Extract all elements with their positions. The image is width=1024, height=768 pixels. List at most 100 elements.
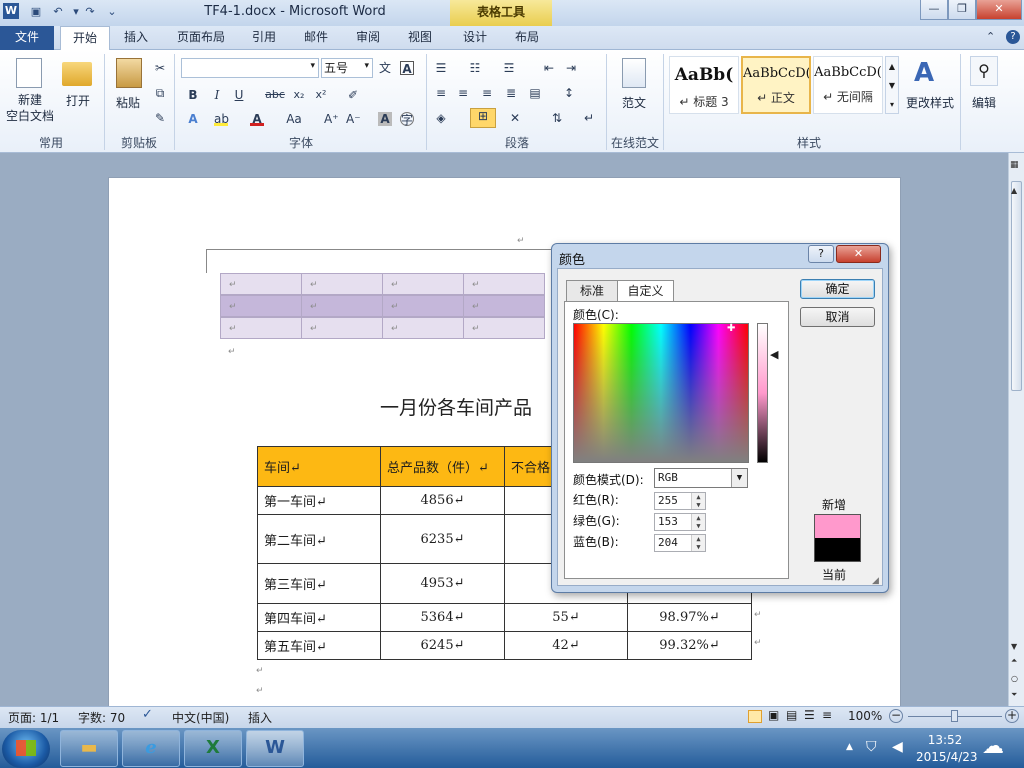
increase-indent-icon[interactable]: ⇥ [564, 61, 578, 75]
character-shading-icon[interactable]: A [378, 112, 392, 126]
redo-icon[interactable]: ↷ [82, 4, 98, 20]
spinner-arrows-icon[interactable]: ▲ ▼ [691, 493, 705, 509]
draft-icon[interactable]: ≡ [822, 708, 832, 722]
weather-icon[interactable]: ☁ [982, 734, 1004, 759]
customize-qat-icon[interactable]: ⌄ [104, 4, 120, 20]
font-size-combo[interactable]: 五号 ▾ [321, 58, 373, 78]
save-icon[interactable]: ▣ [28, 4, 44, 20]
zoom-in-icon[interactable]: + [1005, 709, 1019, 723]
minimize-button[interactable]: — [920, 0, 948, 20]
scroll-up-icon[interactable]: ▲ [1011, 186, 1017, 195]
subscript-icon[interactable]: x₂ [292, 88, 306, 102]
align-left-icon[interactable]: ≡ [434, 86, 448, 100]
dialog-help-button[interactable]: ? [808, 245, 834, 263]
tab-custom[interactable]: 自定义 [617, 280, 674, 303]
underline-icon[interactable]: U [232, 88, 246, 102]
sort-icon[interactable]: ⇅ [550, 111, 564, 125]
bullets-icon[interactable]: ☰ [434, 61, 448, 75]
superscript-icon[interactable]: x² [314, 88, 328, 102]
multilevel-list-icon[interactable]: ☲ [502, 61, 516, 75]
word-count[interactable]: 字数: 70 [78, 709, 125, 726]
open-button[interactable]: 打开 [60, 92, 96, 109]
shrink-font-icon[interactable]: A⁻ [346, 112, 361, 126]
full-screen-reading-icon[interactable]: ▣ [768, 708, 779, 722]
editing-button[interactable]: 编辑 [966, 94, 1002, 111]
tab-references[interactable]: 引用 [246, 26, 282, 50]
volume-icon[interactable]: ◀ [892, 739, 903, 755]
luminance-pointer-icon[interactable]: ◀ [770, 348, 778, 361]
phonetic-guide-icon[interactable]: 文 [378, 61, 392, 75]
browse-object-icon[interactable]: ○ [1011, 674, 1018, 683]
tab-file[interactable]: 文件 [0, 26, 54, 50]
cut-icon[interactable]: ✂ [153, 61, 167, 75]
style-no-spacing[interactable]: AaBbCcD( ↵ 无间隔 [813, 56, 883, 114]
ie-taskbar-button[interactable]: e [122, 730, 180, 767]
enclose-characters-icon[interactable]: 字 [400, 112, 414, 127]
align-right-icon[interactable]: ≡ [480, 86, 494, 100]
clock[interactable]: 13:52 2015/4/23 [916, 732, 978, 766]
cancel-button[interactable]: 取消 [800, 307, 875, 327]
vertical-scrollbar[interactable] [1008, 153, 1024, 706]
strikethrough-icon[interactable]: abc [264, 88, 286, 102]
maximize-button[interactable]: ❐ [948, 0, 976, 20]
shading-icon[interactable]: ◈ [434, 111, 448, 125]
tab-mailings[interactable]: 邮件 [298, 26, 334, 50]
show-marks-icon[interactable]: ↵ [582, 111, 596, 125]
print-layout-icon[interactable] [748, 710, 762, 723]
undo-icon[interactable]: ↶ [50, 4, 66, 20]
numbering-icon[interactable]: ☷ [468, 61, 482, 75]
blue-input[interactable]: 204 ▲ ▼ [654, 534, 706, 552]
scroll-down-icon[interactable]: ▼ [1011, 642, 1017, 651]
ruler-toggle-icon[interactable]: ▦ [1010, 160, 1019, 170]
tab-page-layout[interactable]: 页面布局 [170, 26, 232, 50]
font-name-combo[interactable]: ▾ [181, 58, 319, 78]
chinese-layout-icon[interactable]: ✕ [508, 111, 522, 125]
styles-scroll[interactable]: ▲ ▼ ▾ [885, 56, 899, 114]
justify-icon[interactable]: ≣ [504, 86, 518, 100]
word-app-icon[interactable]: W [3, 3, 19, 19]
minimize-ribbon-icon[interactable]: ⌃ [986, 30, 995, 43]
dialog-close-button[interactable]: ✕ [836, 245, 881, 263]
tab-review[interactable]: 审阅 [350, 26, 386, 50]
decrease-indent-icon[interactable]: ⇤ [542, 61, 556, 75]
align-center-icon[interactable]: ≡ [456, 86, 470, 100]
language-indicator[interactable]: 中文(中国) [172, 709, 229, 726]
change-styles-button[interactable]: 更改样式 [904, 94, 956, 111]
outline-icon[interactable]: ☰ [804, 708, 815, 722]
change-case-icon[interactable]: Aa [284, 112, 304, 126]
tab-home[interactable]: 开始 [60, 26, 110, 51]
spinner-arrows-icon[interactable]: ▲ ▼ [691, 535, 705, 551]
green-input[interactable]: 153 ▲ ▼ [654, 513, 706, 531]
character-border-icon[interactable]: A [400, 61, 414, 76]
tab-design[interactable]: 设计 [456, 26, 494, 50]
close-window-button[interactable]: ✕ [976, 0, 1022, 20]
highlight-icon[interactable]: ab [214, 112, 229, 126]
word-taskbar-button[interactable]: W [246, 730, 304, 767]
clear-formatting-icon[interactable]: ✐ [346, 88, 360, 102]
style-normal[interactable]: AaBbCcD( ↵ 正文 [741, 56, 811, 114]
format-painter-icon[interactable]: ✎ [153, 111, 167, 125]
text-effects-icon[interactable]: A [186, 112, 200, 126]
previous-page-icon[interactable]: ⏶ [1011, 656, 1017, 666]
resize-grip-icon[interactable]: ◢ [872, 576, 879, 586]
tab-insert[interactable]: 插入 [116, 26, 156, 50]
page-indicator[interactable]: 页面: 1/1 [8, 709, 59, 726]
color-spectrum[interactable]: ✚ [573, 323, 749, 463]
italic-icon[interactable]: I [210, 88, 224, 102]
scrollbar-thumb[interactable] [1011, 181, 1022, 391]
tab-standard[interactable]: 标准 [566, 280, 618, 302]
zoom-level[interactable]: 100% [848, 709, 882, 723]
luminance-slider[interactable] [757, 323, 768, 463]
bold-icon[interactable]: B [186, 88, 200, 102]
ok-button[interactable]: 确定 [800, 279, 875, 299]
tab-view[interactable]: 视图 [402, 26, 438, 50]
copy-icon[interactable]: ⧉ [153, 86, 167, 100]
color-mode-select[interactable]: RGB ▼ [654, 468, 748, 488]
templates-button[interactable]: 范文 [614, 94, 654, 111]
paste-button[interactable]: 粘贴 [110, 94, 146, 111]
red-input[interactable]: 255 ▲ ▼ [654, 492, 706, 510]
font-color-icon[interactable]: A [250, 112, 264, 126]
next-page-icon[interactable]: ⏷ [1011, 690, 1017, 700]
line-spacing-icon[interactable]: ↕ [562, 86, 576, 100]
excel-taskbar-button[interactable]: X [184, 730, 242, 767]
